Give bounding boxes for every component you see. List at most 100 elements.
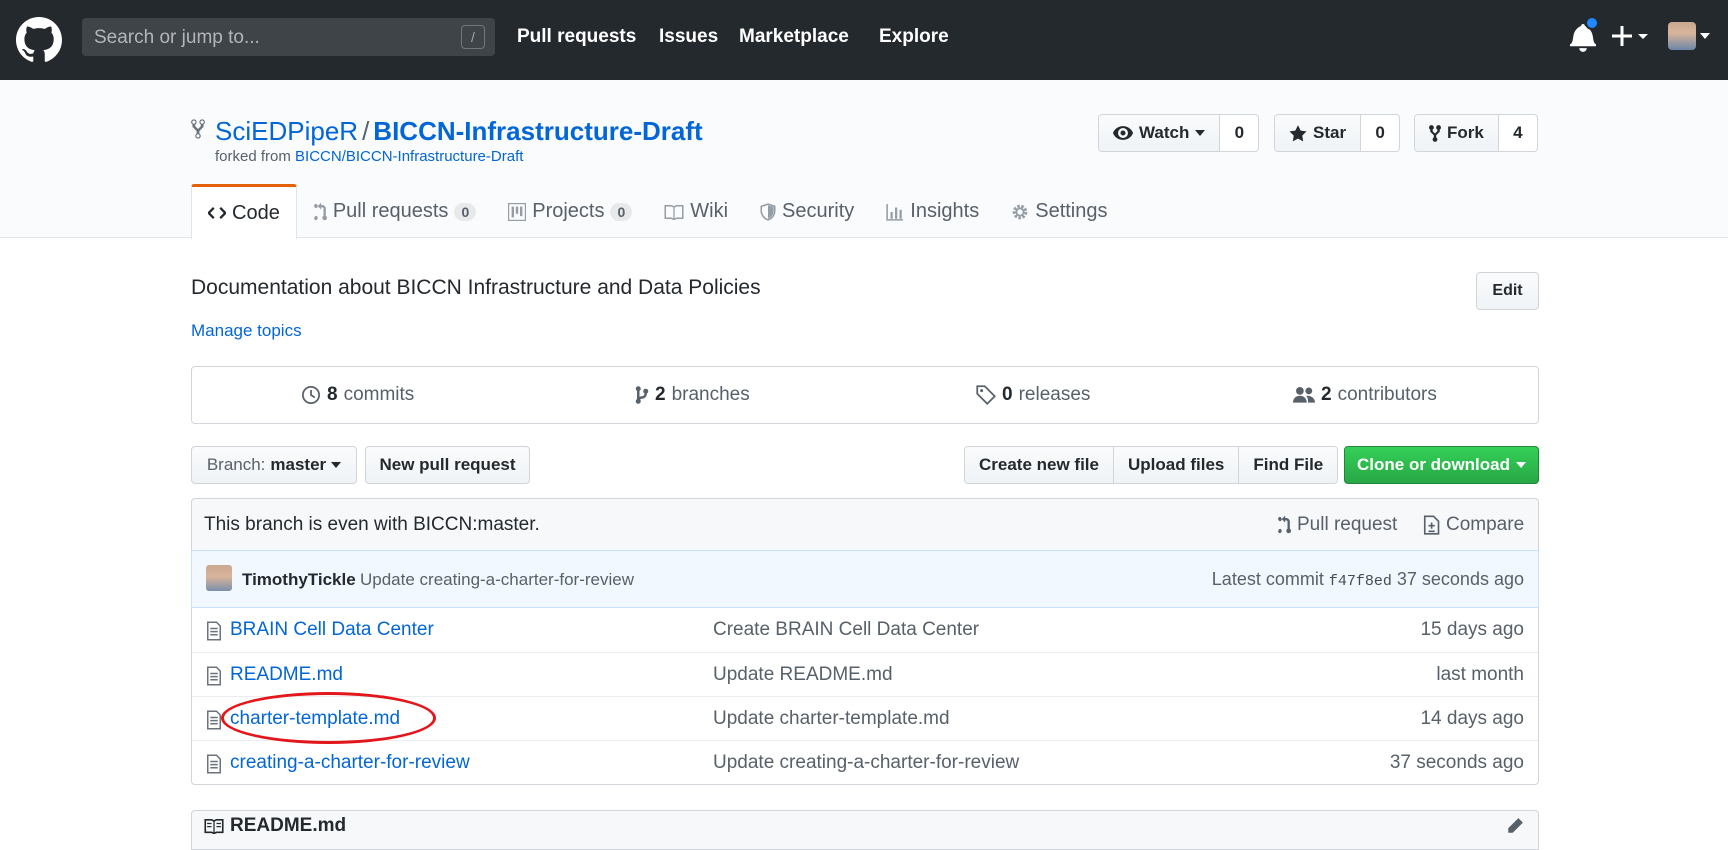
watch-control: Watch 0: [1098, 114, 1260, 152]
git-branch-icon: [635, 386, 649, 404]
tab-label: Settings: [1035, 200, 1108, 222]
git-pull-request-icon: [1278, 515, 1291, 534]
book-icon: [664, 204, 684, 220]
commits-link[interactable]: 8 commits: [301, 384, 414, 406]
file-commit-message[interactable]: Create BRAIN Cell Data Center: [713, 619, 979, 641]
file-actions-group: Create new file Upload files Find File: [964, 446, 1339, 484]
tab-pull-requests[interactable]: Pull requests 0: [297, 184, 492, 239]
create-new-icon[interactable]: [1612, 22, 1652, 50]
branch-select-menu[interactable]: Branch: master: [191, 446, 357, 484]
repo-owner-link[interactable]: SciEDPipeR: [215, 116, 358, 146]
branches-link[interactable]: 2 branches: [635, 384, 750, 406]
code-icon: [208, 207, 226, 219]
repo-nav-tabs: Code Pull requests 0 Projects 0 Wiki Sec…: [191, 184, 1124, 239]
find-file-button[interactable]: Find File: [1239, 447, 1338, 483]
file-commit-message[interactable]: Update creating-a-charter-for-review: [713, 752, 1019, 774]
edit-description-button[interactable]: Edit: [1476, 272, 1539, 310]
star-count[interactable]: 0: [1361, 115, 1399, 151]
nav-marketplace[interactable]: Marketplace: [739, 26, 849, 48]
project-icon: [508, 202, 527, 221]
search-shortcut-key: /: [461, 25, 485, 49]
tab-insights[interactable]: Insights: [870, 184, 995, 239]
tab-projects[interactable]: Projects 0: [492, 184, 648, 239]
file-row: charter-template.md Update charter-templ…: [192, 696, 1538, 740]
manage-topics-link[interactable]: Manage topics: [191, 321, 302, 341]
file-age: 14 days ago: [1420, 708, 1524, 729]
create-new-file-button[interactable]: Create new file: [965, 447, 1114, 483]
file-commit-message[interactable]: Update README.md: [713, 664, 893, 686]
notification-indicator: [1585, 16, 1599, 30]
commit-author-avatar[interactable]: [206, 565, 232, 591]
nav-explore[interactable]: Explore: [879, 26, 949, 48]
fork-button[interactable]: Fork: [1415, 115, 1499, 151]
star-button[interactable]: Star: [1275, 115, 1362, 151]
tab-counter: 0: [610, 202, 633, 221]
nav-issues[interactable]: Issues: [659, 26, 718, 48]
fork-control: Fork 4: [1414, 114, 1538, 152]
file-row: creating-a-charter-for-review Update cre…: [192, 740, 1538, 784]
tab-wiki[interactable]: Wiki: [648, 184, 744, 239]
diff-icon: [1423, 515, 1440, 535]
tab-counter: 0: [454, 202, 477, 221]
global-header: Search or jump to... / Pull requests Iss…: [0, 0, 1728, 80]
chevron-down-icon[interactable]: [1700, 33, 1710, 39]
github-logo-icon[interactable]: [16, 17, 62, 63]
file-name-link[interactable]: BRAIN Cell Data Center: [230, 619, 434, 641]
file-name-link[interactable]: README.md: [230, 664, 343, 686]
watch-count[interactable]: 0: [1220, 115, 1258, 151]
user-avatar[interactable]: [1668, 22, 1696, 50]
fork-count[interactable]: 4: [1499, 115, 1537, 151]
file-icon: [207, 710, 221, 730]
releases-label: releases: [1018, 384, 1091, 405]
tab-security[interactable]: Security: [744, 184, 870, 239]
commit-sha[interactable]: f47f8ed: [1329, 573, 1392, 590]
clone-or-download-button[interactable]: Clone or download: [1344, 446, 1539, 484]
commit-age: 37 seconds ago: [1396, 569, 1524, 589]
star-icon: [1289, 124, 1307, 141]
releases-count: 0: [1002, 384, 1013, 405]
search-input[interactable]: Search or jump to... /: [82, 18, 495, 56]
new-pull-request-button[interactable]: New pull request: [365, 446, 530, 484]
file-icon: [207, 621, 221, 641]
chevron-down-icon: [331, 462, 342, 468]
repo-description: Documentation about BICCN Infrastructure…: [191, 276, 761, 299]
releases-link[interactable]: 0 releases: [976, 384, 1090, 406]
tab-settings[interactable]: Settings: [995, 184, 1123, 239]
file-commit-message[interactable]: Update charter-template.md: [713, 708, 950, 730]
pencil-icon[interactable]: [1506, 817, 1524, 835]
readme-title: README.md: [230, 815, 347, 836]
tab-code[interactable]: Code: [191, 184, 297, 239]
latest-commit-label: Latest commit: [1211, 569, 1324, 589]
branch-name: master: [270, 455, 327, 474]
contributors-count: 2: [1321, 384, 1332, 405]
commit-message[interactable]: Update creating-a-charter-for-review: [360, 570, 634, 590]
file-name-link[interactable]: charter-template.md: [230, 708, 400, 730]
nav-pull-requests[interactable]: Pull requests: [517, 26, 636, 48]
compare-link[interactable]: Compare: [1422, 514, 1524, 536]
upload-files-button[interactable]: Upload files: [1114, 447, 1240, 483]
file-name-link[interactable]: creating-a-charter-for-review: [230, 752, 470, 774]
branches-label: branches: [671, 384, 750, 405]
tab-label: Wiki: [690, 200, 729, 222]
latest-commit-bar: TimothyTickle Update creating-a-charter-…: [191, 550, 1539, 608]
clone-label: Clone or download: [1357, 455, 1510, 474]
forked-from-link[interactable]: BICCN/BICCN-Infrastructure-Draft: [295, 148, 523, 165]
watch-button[interactable]: Watch: [1099, 115, 1221, 151]
repo-title: SciEDPipeR / BICCN-Infrastructure-Draft: [215, 116, 703, 147]
commit-author[interactable]: TimothyTickle: [242, 570, 356, 590]
gear-icon: [1012, 204, 1028, 219]
repo-name-link[interactable]: BICCN-Infrastructure-Draft: [373, 116, 702, 146]
file-icon: [207, 754, 221, 774]
file-age: last month: [1436, 664, 1524, 685]
file-row: BRAIN Cell Data Center Create BRAIN Cell…: [192, 608, 1538, 652]
commits-label: commits: [343, 384, 415, 405]
repo-path-separator: /: [362, 116, 370, 146]
search-placeholder: Search or jump to...: [94, 27, 260, 48]
contributors-label: contributors: [1337, 384, 1437, 405]
contributors-link[interactable]: 2 contributors: [1293, 384, 1437, 406]
tag-icon: [976, 385, 996, 405]
watch-label: Watch: [1139, 123, 1190, 142]
commits-count: 8: [327, 384, 338, 405]
pull-request-link[interactable]: Pull request: [1277, 514, 1397, 536]
graph-icon: [886, 203, 904, 221]
